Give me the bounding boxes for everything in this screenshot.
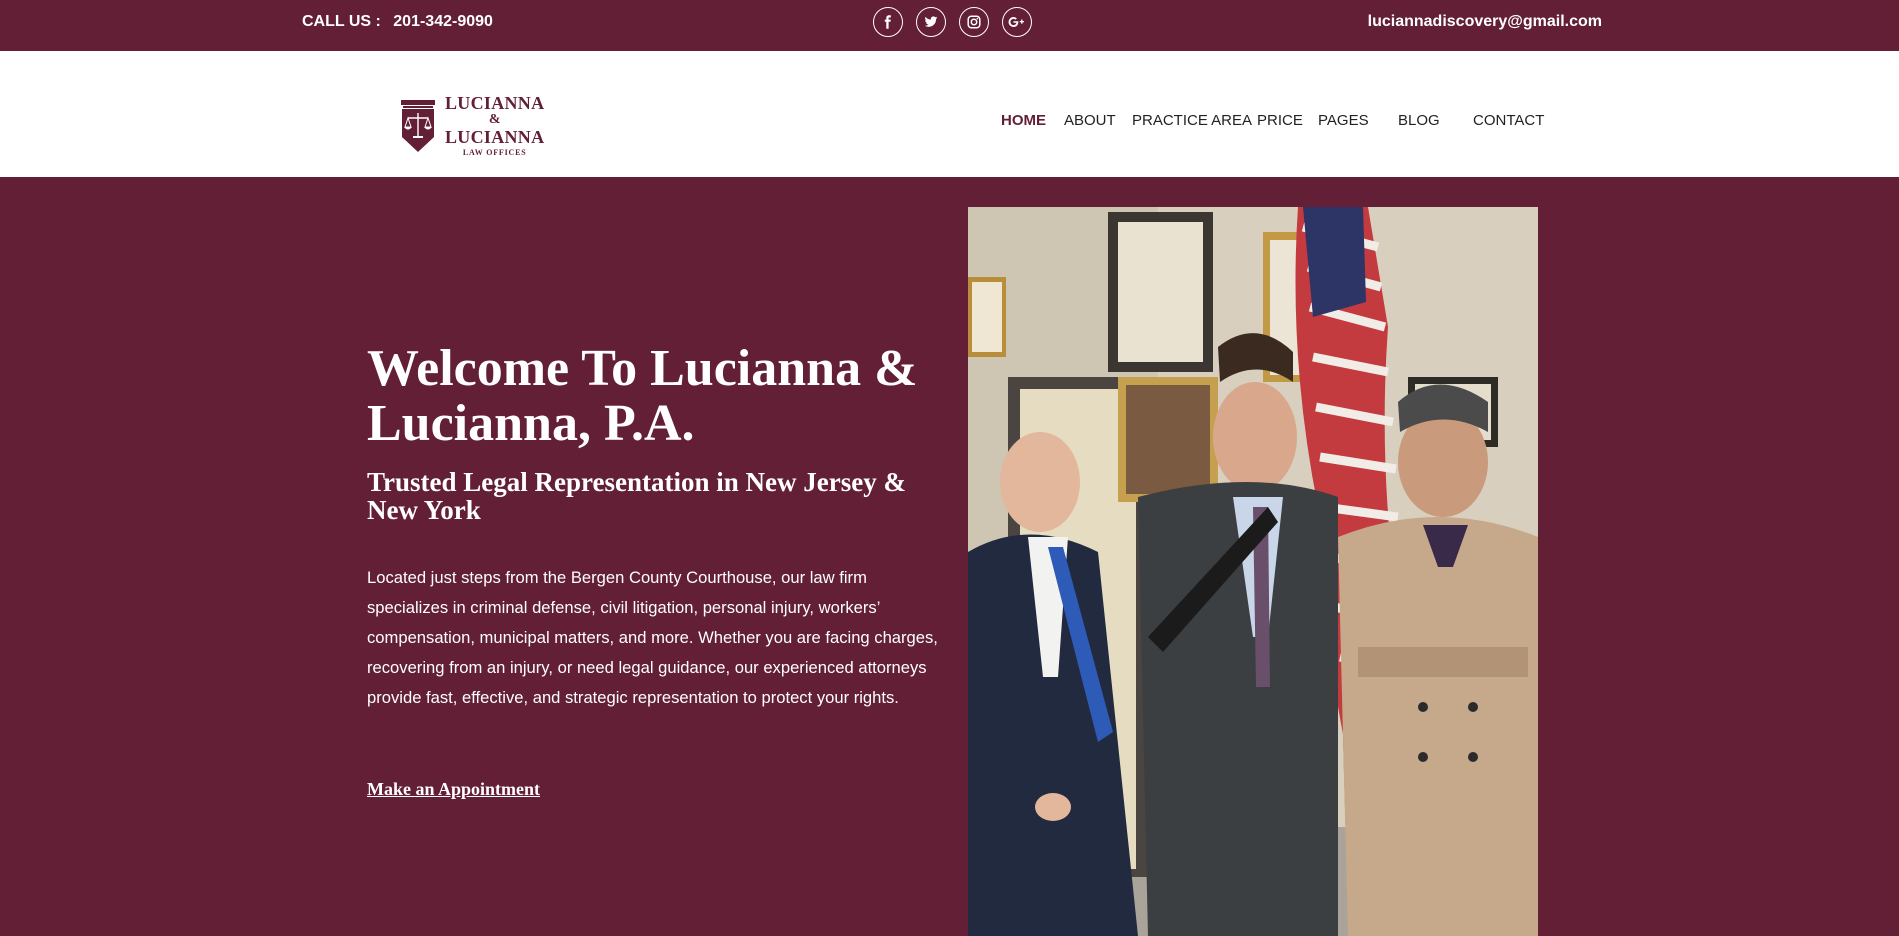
hero-subtitle: Trusted Legal Representation in New Jers…	[367, 467, 906, 525]
attorneys-photo	[968, 207, 1538, 936]
phone-number[interactable]: 201-342-9090	[393, 13, 493, 30]
nav-item-contact[interactable]: CONTACT	[1473, 112, 1544, 129]
main-nav: HOME ABOUT PRACTICE AREA PRICE PAGES BLO…	[0, 112, 1899, 132]
hero-title: Welcome To Lucianna & Lucianna, P.A.	[367, 340, 918, 452]
twitter-icon[interactable]	[916, 7, 946, 37]
call-us: CALL US : 201-342-9090	[302, 13, 493, 31]
call-label: CALL US :	[302, 13, 381, 30]
hero-section: Welcome To Lucianna & Lucianna, P.A. Tru…	[0, 177, 1899, 936]
nav-item-home[interactable]: HOME	[1001, 112, 1046, 129]
google-plus-icon[interactable]	[1002, 7, 1032, 37]
social-links	[873, 7, 1032, 37]
hero-description: Located just steps from the Bergen Count…	[367, 568, 938, 707]
main-header: LUCIANNA & LUCIANNA LAW OFFICES HOME ABO…	[0, 51, 1899, 177]
logo-line-1: LUCIANNA	[445, 93, 545, 113]
top-bar: CALL US : 201-342-9090 luciannadiscovery…	[0, 0, 1899, 51]
make-appointment-link[interactable]: Make an Appointment	[367, 779, 540, 800]
nav-item-blog[interactable]: BLOG	[1398, 112, 1440, 129]
facebook-icon[interactable]	[873, 7, 903, 37]
logo-line-4: LAW OFFICES	[462, 148, 527, 157]
nav-item-practice-area[interactable]: PRACTICE AREA	[1132, 112, 1252, 129]
nav-item-pages[interactable]: PAGES	[1318, 112, 1369, 129]
instagram-icon[interactable]	[959, 7, 989, 37]
email-address[interactable]: luciannadiscovery@gmail.com	[1368, 13, 1602, 31]
nav-item-price[interactable]: PRICE	[1257, 112, 1303, 129]
nav-item-about[interactable]: ABOUT	[1064, 112, 1116, 129]
